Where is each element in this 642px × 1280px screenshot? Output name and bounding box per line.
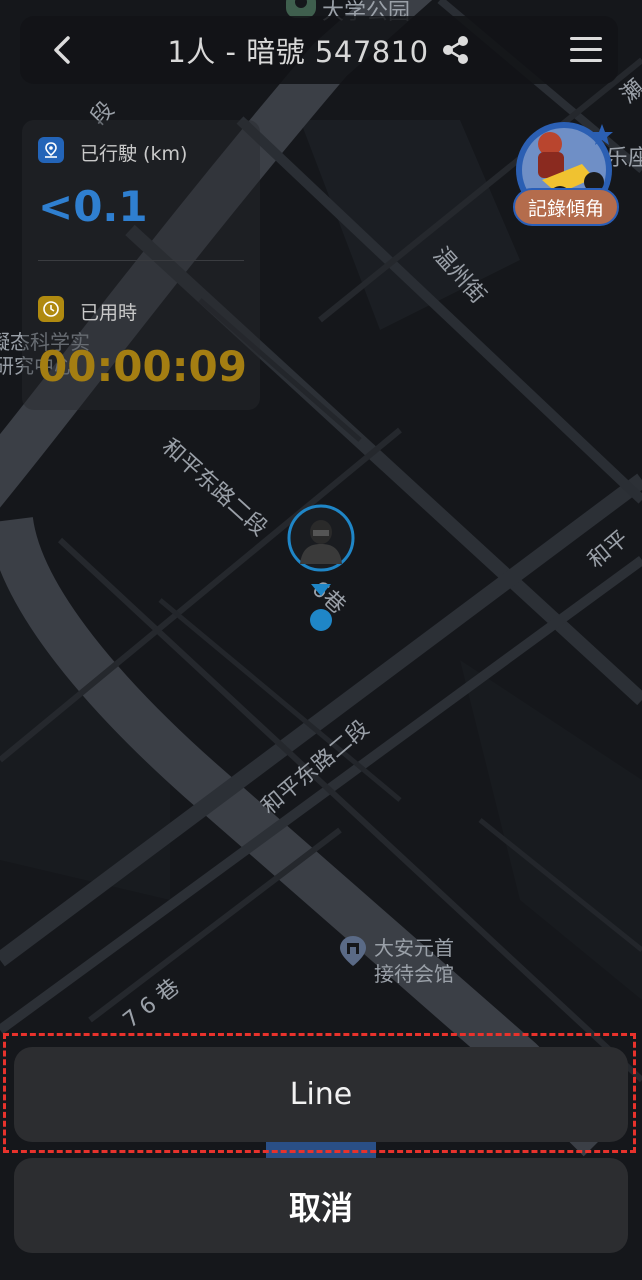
record-lean-angle-button[interactable]: 記錄傾角 — [513, 188, 619, 226]
clock-icon — [38, 296, 64, 322]
time-label: 已用時 — [80, 302, 138, 324]
hamburger-menu-icon[interactable] — [568, 34, 604, 66]
title-group: 1人 - 暗號 547810 — [100, 16, 538, 84]
rider-location-marker[interactable] — [286, 504, 356, 634]
share-icon[interactable] — [441, 35, 471, 65]
top-navigation-bar: 1人 - 暗號 547810 — [20, 16, 618, 84]
stats-divider — [38, 260, 244, 261]
map-label-daan-2: 接待会馆 — [374, 962, 454, 986]
distance-pin-icon — [38, 137, 64, 163]
ride-stats-panel: 已行駛 (km) <0.1 已用時 00:00:09 — [22, 120, 260, 410]
distance-label: 已行駛 (km) — [80, 143, 188, 165]
hotel-poi-icon[interactable] — [338, 934, 368, 968]
back-chevron-icon[interactable] — [44, 32, 80, 68]
map-label-daan-1: 大安元首 — [374, 936, 454, 960]
time-value: 00:00:09 — [38, 342, 247, 391]
cancel-button[interactable]: 取消 — [14, 1158, 628, 1253]
share-via-line-button[interactable]: Line — [14, 1047, 628, 1142]
distance-value: <0.1 — [38, 182, 148, 231]
page-title: 1人 - 暗號 547810 — [167, 35, 429, 69]
